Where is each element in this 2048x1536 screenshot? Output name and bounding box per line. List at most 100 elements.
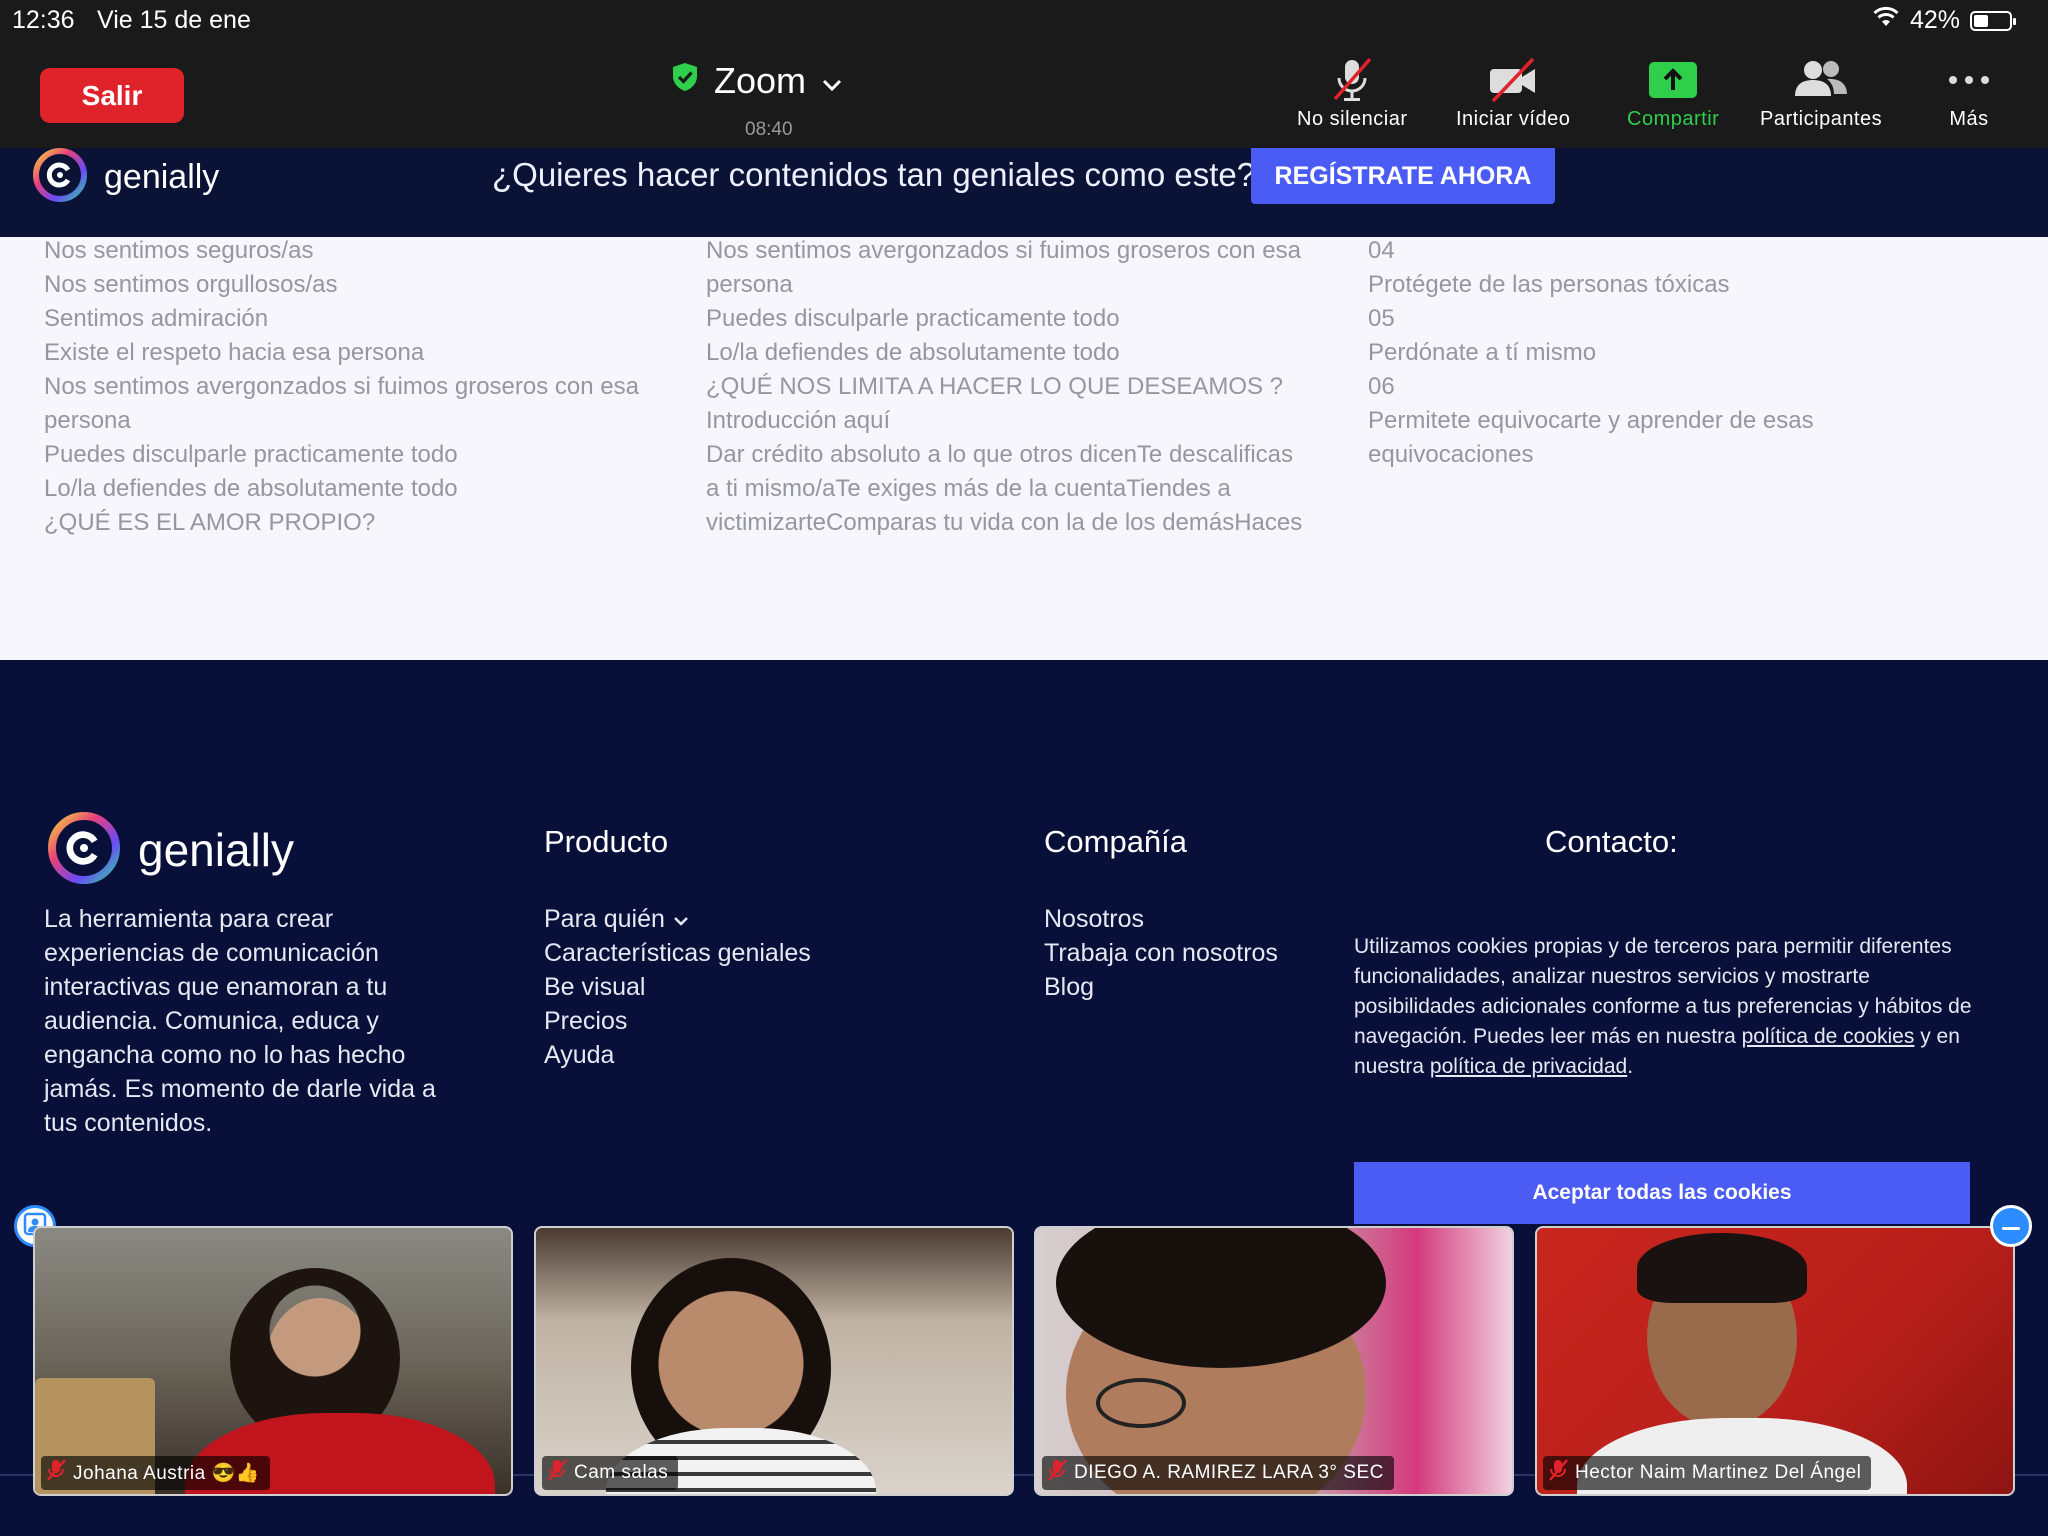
participant-name: Hector Naim Martinez Del Ángel (1575, 1462, 1862, 1483)
more-label: Más (1949, 108, 1989, 130)
shield-check-icon (670, 60, 700, 102)
footer-link-ayuda[interactable]: Ayuda (544, 1038, 811, 1072)
genially-logo-icon (44, 808, 124, 892)
content-line: ¿QUÉ ES EL AMOR PROPIO? (44, 509, 376, 536)
start-video-button[interactable]: Iniciar vídeo (1456, 54, 1570, 131)
leave-button[interactable]: Salir (40, 68, 184, 123)
more-dots-icon (1947, 54, 1991, 106)
footer-link-label: Para quién (544, 905, 665, 933)
share-button[interactable]: Compartir (1627, 54, 1719, 131)
genially-logo-text: genially (104, 157, 220, 196)
participant-name: DIEGO A. RAMIREZ LARA 3° SEC (1074, 1462, 1384, 1483)
content-line: Introducción aquí (706, 407, 891, 434)
status-date: Vie 15 de ene (97, 6, 251, 34)
footer-link-trabaja[interactable]: Trabaja con nosotros (1044, 936, 1278, 970)
accept-cookies-button[interactable]: Aceptar todas las cookies (1354, 1162, 1970, 1224)
content-line: Sentimos admiración (44, 305, 269, 332)
content-line: persona (706, 271, 793, 298)
footer-product-heading: Producto (544, 824, 669, 859)
unmute-label: No silenciar (1297, 108, 1408, 130)
participant-video-tile[interactable]: DIEGO A. RAMIREZ LARA 3° SEC (1034, 1226, 1514, 1496)
mic-muted-icon (45, 1458, 67, 1488)
mic-muted-icon (1547, 1458, 1569, 1488)
privacy-policy-link[interactable]: política de privacidad (1430, 1055, 1627, 1078)
unmute-button[interactable]: No silenciar (1297, 54, 1407, 131)
cookie-notice: Utilizamos cookies propias y de terceros… (1354, 932, 1974, 1082)
more-button[interactable]: Más (1947, 54, 1991, 131)
video-off-icon (1485, 54, 1541, 106)
content-line: Lo/la defiendes de absolutamente todo (706, 339, 1120, 366)
content-line: Protégete de las personas tóxicas (1368, 271, 1730, 298)
content-line: Permitete equivocarte y aprender de esas (1368, 407, 1814, 434)
mic-muted-icon (546, 1458, 568, 1488)
content-line: Nos sentimos orgullosos/as (44, 271, 338, 298)
footer-link-blog[interactable]: Blog (1044, 970, 1278, 1004)
genially-logo[interactable]: genially (30, 148, 219, 206)
presentation-content: Nos sentimos seguros/as Nos sentimos org… (0, 237, 2048, 660)
chevron-down-icon (820, 60, 844, 102)
footer-product-links: Para quién Características geniales Be v… (544, 902, 811, 1072)
mic-muted-icon (1046, 1458, 1068, 1488)
minus-icon (2001, 1217, 2021, 1236)
content-line: Perdónate a tí mismo (1368, 339, 1597, 366)
content-line: ¿QUÉ NOS LIMITA A HACER LO QUE DESEAMOS … (706, 373, 1284, 400)
content-line: Nos sentimos avergonzados si fuimos gros… (44, 373, 639, 400)
content-line: 05 (1368, 305, 1395, 332)
participant-name: Cam salas (574, 1462, 669, 1483)
participant-name-tag: Cam salas (542, 1456, 679, 1490)
footer-link-para-quien[interactable]: Para quién (544, 902, 811, 936)
content-column-3: 04 Protégete de las personas tóxicas 05 … (1368, 234, 1814, 472)
meeting-title: Zoom (714, 60, 807, 101)
minimize-videos-button[interactable] (1990, 1205, 2032, 1247)
meeting-elapsed-time: 08:40 (745, 119, 793, 140)
meeting-title-dropdown[interactable]: Zoom (670, 60, 844, 102)
status-bar: 12:36 Vie 15 de ene 42% (0, 0, 2048, 40)
content-line: 06 (1368, 373, 1395, 400)
content-line: Nos sentimos seguros/as (44, 237, 314, 264)
share-label: Compartir (1627, 108, 1720, 130)
content-line: victimizarteComparas tu vida con la de l… (706, 509, 1303, 536)
participant-video-tile[interactable]: Cam salas (534, 1226, 1014, 1496)
content-line: Lo/la defiendes de absolutamente todo (44, 475, 458, 502)
cookie-policy-link[interactable]: política de cookies (1742, 1025, 1915, 1048)
meeting-toolbar: Salir Zoom 08:40 No silenciar Iniciar ví… (0, 40, 2048, 148)
footer-link-caracteristicas[interactable]: Características geniales (544, 936, 811, 970)
content-column-2: Nos sentimos avergonzados si fuimos gros… (706, 234, 1302, 540)
participant-name-tag: DIEGO A. RAMIREZ LARA 3° SEC (1042, 1456, 1394, 1490)
content-column-1: Nos sentimos seguros/as Nos sentimos org… (44, 234, 639, 540)
participants-label: Participantes (1760, 108, 1883, 130)
content-line: Dar crédito absoluto a lo que otros dice… (706, 441, 1293, 468)
footer-genially-logo[interactable]: genially (44, 808, 294, 892)
content-line: equivocaciones (1368, 441, 1534, 468)
content-line: Puedes disculparle practicamente todo (44, 441, 458, 468)
cookie-text: . (1627, 1055, 1634, 1078)
footer-link-precios[interactable]: Precios (544, 1004, 811, 1038)
footer-company-heading: Compañía (1044, 824, 1188, 859)
promo-banner: genially ¿Quieres hacer contenidos tan g… (0, 148, 2048, 237)
start-video-label: Iniciar vídeo (1456, 108, 1571, 130)
promo-text: ¿Quieres hacer contenidos tan geniales c… (492, 156, 1256, 193)
footer-link-be-visual[interactable]: Be visual (544, 970, 811, 1004)
share-screen-icon (1648, 54, 1698, 106)
content-line: 04 (1368, 237, 1395, 264)
participants-button[interactable]: Participantes (1760, 54, 1882, 131)
participant-name: Johana Austria 😎👍 (73, 1463, 260, 1484)
footer-logo-text: genially (138, 824, 294, 876)
battery-percent: 42% (1909, 6, 1960, 34)
participant-name-tag: Johana Austria 😎👍 (41, 1456, 270, 1490)
status-right: 42% (1872, 6, 2016, 35)
footer-company-links: Nosotros Trabaja con nosotros Blog (1044, 902, 1278, 1004)
mic-muted-icon (1326, 54, 1378, 106)
content-line: Existe el respeto hacia esa persona (44, 339, 425, 366)
content-line: a ti mismo/aTe exiges más de la cuentaTi… (706, 475, 1231, 502)
chevron-down-icon (672, 905, 690, 933)
wifi-icon (1872, 6, 1900, 35)
footer-about-text: La herramienta para crear experiencias d… (44, 905, 436, 1137)
footer-link-nosotros[interactable]: Nosotros (1044, 902, 1278, 936)
participant-video-tile[interactable]: Johana Austria 😎👍 (33, 1226, 513, 1496)
participant-video-tile[interactable]: Hector Naim Martinez Del Ángel (1535, 1226, 2015, 1496)
register-now-button[interactable]: REGÍSTRATE AHORA (1251, 148, 1555, 204)
genially-logo-icon (30, 148, 90, 209)
content-line: Nos sentimos avergonzados si fuimos gros… (706, 237, 1301, 264)
battery-icon (1970, 10, 2016, 31)
